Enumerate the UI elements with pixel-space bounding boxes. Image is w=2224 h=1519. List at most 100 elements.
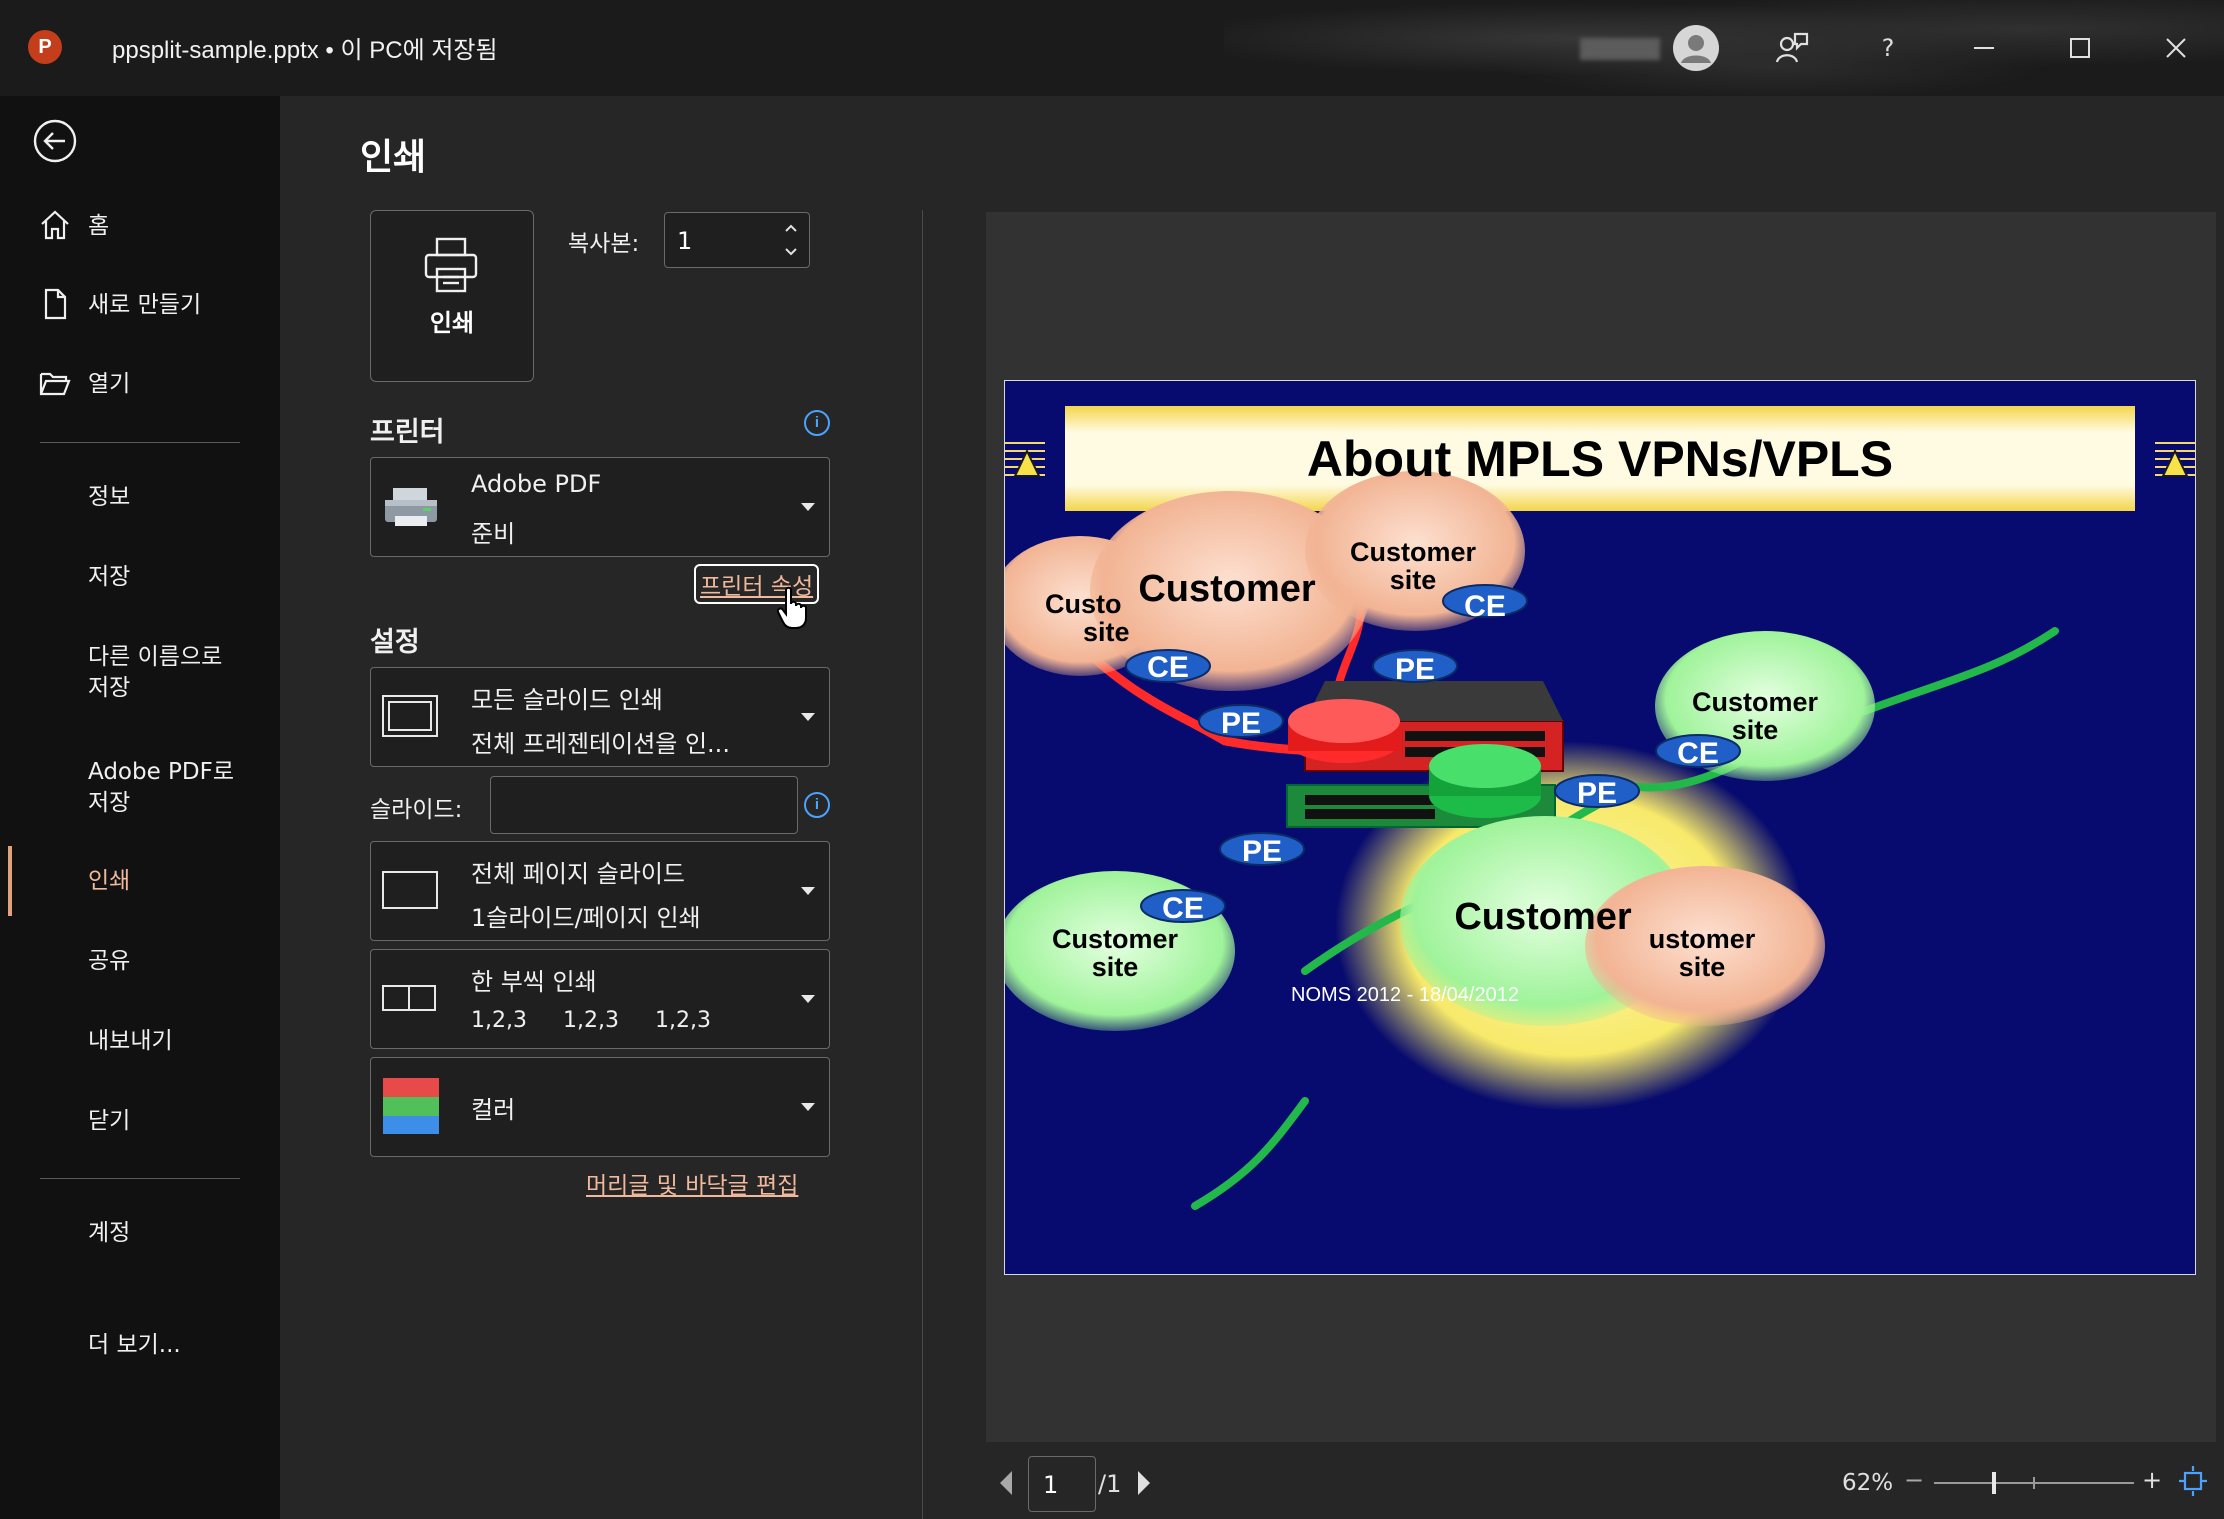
zoom-out-button[interactable]: − (1904, 1466, 1924, 1494)
nav-item-export[interactable]: 내보내기 (88, 1026, 173, 1057)
collated-icon (382, 985, 436, 1011)
layout-line2: 1슬라이드/페이지 인쇄 (471, 904, 701, 932)
nav-separator (40, 442, 240, 443)
svg-text:Customer: Customer (1454, 896, 1632, 938)
svg-text:PE: PE (1577, 777, 1617, 810)
nav-item-home[interactable]: 홈 (0, 205, 280, 249)
next-page-icon[interactable] (1134, 1468, 1154, 1498)
svg-text:Customer: Customer (1138, 568, 1316, 610)
chevron-down-icon (801, 503, 815, 511)
nav-item-label: 새로 만들기 (88, 292, 202, 318)
total-pages: /1 (1098, 1470, 1122, 1498)
header-footer-link[interactable]: 머리글 및 바닥글 편집 (586, 1166, 798, 1200)
collate-dropdown[interactable]: 한 부씩 인쇄 1,2,3 1,2,3 1,2,3 (370, 949, 830, 1049)
page-number-input[interactable]: 1 (1028, 1456, 1096, 1512)
slides-range-dropdown[interactable]: 모든 슬라이드 인쇄 전체 프레젠테이션을 인... (370, 667, 830, 767)
svg-text:site: site (1390, 565, 1437, 595)
nav-item-open[interactable]: 열기 (0, 363, 280, 407)
copies-value: 1 (677, 227, 693, 255)
full-page-slide-icon (382, 871, 438, 909)
nav-item-new[interactable]: 새로 만들기 (0, 284, 280, 328)
nav-separator (40, 1178, 240, 1179)
svg-text:CE: CE (1162, 892, 1204, 925)
nav-item-account[interactable]: 계정 (88, 1218, 130, 1249)
new-document-icon (44, 288, 67, 320)
svg-text:ustomer: ustomer (1649, 924, 1756, 954)
nav-item-more[interactable]: 더 보기... (88, 1330, 181, 1361)
maximize-icon[interactable] (2054, 22, 2106, 74)
color-dropdown[interactable]: 컬러 (370, 1057, 830, 1157)
slides-range-line1: 모든 슬라이드 인쇄 (471, 686, 663, 714)
nav-item-save-as[interactable]: 다른 이름으로 저장 (88, 642, 222, 704)
home-icon (41, 210, 69, 240)
nav-item-close[interactable]: 닫기 (88, 1106, 130, 1137)
page-title: 인쇄 (360, 137, 427, 178)
chevron-down-icon (801, 713, 815, 721)
settings-heading: 설정 (370, 627, 420, 658)
page-number-value: 1 (1043, 1471, 1059, 1499)
svg-text:CE: CE (1677, 737, 1719, 770)
close-icon[interactable] (2150, 22, 2202, 74)
slides-label: 슬라이드: (370, 797, 463, 823)
chevron-down-icon (801, 1103, 815, 1111)
minimize-icon[interactable] (1958, 22, 2010, 74)
copies-stepper[interactable]: 1 (664, 212, 810, 268)
layout-dropdown[interactable]: 전체 페이지 슬라이드 1슬라이드/페이지 인쇄 (370, 841, 830, 941)
svg-text:Custo: Custo (1045, 589, 1122, 619)
zoom-percent[interactable]: 62% (1842, 1470, 1893, 1496)
printer-dropdown[interactable]: Adobe PDF 준비 (370, 457, 830, 557)
nav-item-share[interactable]: 공유 (88, 946, 130, 977)
svg-text:Customer: Customer (1350, 537, 1477, 567)
slides-input[interactable] (490, 776, 798, 834)
zoom-slider-thumb[interactable] (1992, 1472, 1996, 1494)
nav-item-save-adobe-pdf[interactable]: Adobe PDF로 저장 (88, 757, 234, 819)
panel-divider (922, 210, 923, 1519)
svg-text:site: site (1732, 715, 1779, 745)
svg-text:site: site (1092, 952, 1139, 982)
color-label: 컬러 (471, 1096, 516, 1124)
stepper-arrows-icon[interactable] (783, 221, 799, 259)
printer-heading: 프린터 (370, 417, 445, 448)
svg-text:site: site (1679, 952, 1726, 982)
zoom-in-button[interactable]: + (2142, 1466, 2162, 1494)
svg-text:PE: PE (1242, 835, 1282, 868)
nav-item-print[interactable]: 인쇄 (88, 866, 130, 897)
nav-active-indicator (8, 846, 12, 916)
copies-label: 복사본: (568, 231, 640, 257)
slide-footer: NOMS 2012 - 18/04/2012 (1291, 984, 1519, 1006)
hand-cursor-icon (776, 586, 807, 629)
zoom-slider[interactable] (1934, 1472, 2134, 1494)
slide-title: About MPLS VPNs/VPLS (1307, 431, 1893, 487)
slide-graphic: About MPLS VPNs/VPLS Customer Customer s… (1005, 406, 2195, 1210)
open-folder-icon (39, 372, 71, 396)
help-icon[interactable]: ? (1862, 22, 1914, 74)
nav-item-info[interactable]: 정보 (88, 482, 130, 513)
back-arrow-icon[interactable] (32, 118, 78, 168)
collate-seq-3: 1,2,3 (655, 1008, 711, 1033)
all-slides-icon (382, 695, 438, 737)
account-avatar-icon[interactable] (1670, 22, 1722, 74)
svg-text:Customer: Customer (1052, 924, 1179, 954)
info-icon[interactable]: i (804, 792, 830, 818)
fit-to-window-icon[interactable] (2178, 1464, 2208, 1498)
printer-device-icon (385, 488, 437, 526)
slides-range-line2: 전체 프레젠테이션을 인... (471, 730, 730, 758)
svg-text:PE: PE (1221, 707, 1261, 740)
printer-icon (424, 237, 478, 293)
info-icon[interactable]: i (804, 410, 830, 436)
nav-item-label: 열기 (88, 371, 131, 397)
previous-page-icon[interactable] (996, 1468, 1016, 1498)
print-button-label: 인쇄 (429, 309, 475, 337)
nav-item-label: 홈 (88, 213, 110, 239)
svg-text:CE: CE (1147, 651, 1189, 684)
svg-text:CE: CE (1464, 590, 1506, 623)
color-swatch-icon (383, 1078, 439, 1134)
slide-preview: About MPLS VPNs/VPLS Customer Customer s… (1004, 380, 2196, 1275)
zoom-slider-midmark (2033, 1477, 2035, 1489)
print-button[interactable]: 인쇄 (370, 210, 534, 382)
collate-seq-2: 1,2,3 (563, 1008, 619, 1033)
chevron-down-icon (801, 995, 815, 1003)
coauthor-icon[interactable] (1766, 22, 1818, 74)
collate-line1: 한 부씩 인쇄 (471, 968, 597, 996)
nav-item-save[interactable]: 저장 (88, 562, 130, 593)
